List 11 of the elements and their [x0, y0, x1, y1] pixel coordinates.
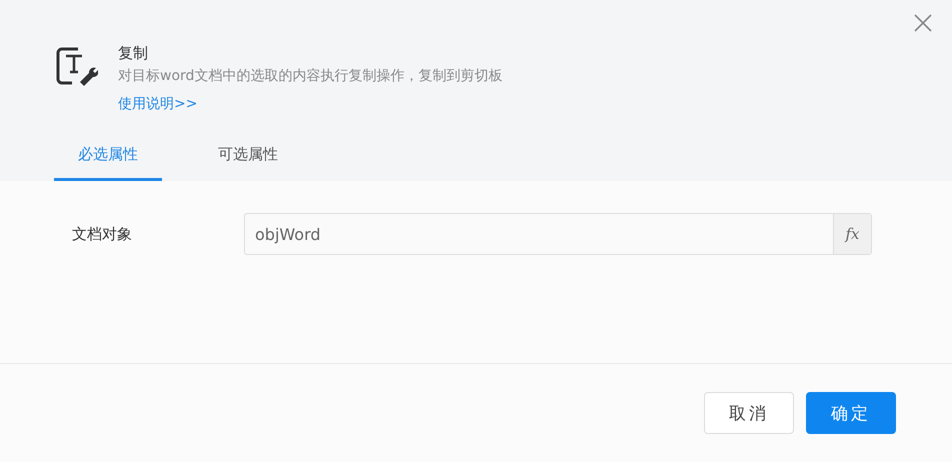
- close-icon[interactable]: [914, 14, 932, 32]
- field-label: 文档对象: [72, 224, 133, 244]
- input-field[interactable]: objWord fx: [244, 213, 872, 255]
- help-link[interactable]: 使用说明>>: [118, 95, 502, 113]
- formula-button[interactable]: fx: [833, 214, 871, 254]
- description: 对目标word文档中的选取的内容执行复制操作，复制到剪切板: [118, 67, 502, 85]
- dialog-title: 复制: [118, 44, 149, 63]
- tab[interactable]: 可选属性: [194, 135, 302, 181]
- cancel-button[interactable]: 取消: [704, 392, 794, 434]
- confirm-button[interactable]: 确定: [806, 392, 896, 434]
- tab[interactable]: 必选属性: [54, 135, 162, 181]
